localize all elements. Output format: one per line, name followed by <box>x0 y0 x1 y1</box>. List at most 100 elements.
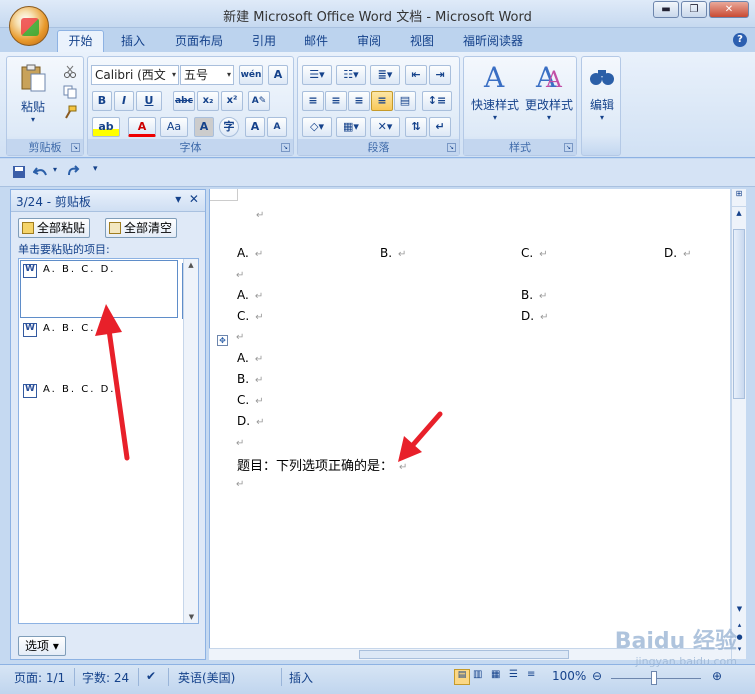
save-icon[interactable] <box>12 165 26 179</box>
tab-foxit-reader[interactable]: 福昕阅读器 <box>463 32 523 49</box>
character-border-button[interactable]: A <box>268 65 288 85</box>
clipboard-pane: 3/24 - 剪贴板 ▾ ✕ 全部粘贴 全部清空 单击要粘贴的项目: A. B.… <box>10 189 206 660</box>
print-layout-view-icon[interactable]: ▤ <box>454 669 470 685</box>
tab-home[interactable]: 开始 <box>57 30 104 53</box>
borders-button[interactable]: ▦▾ <box>336 117 366 137</box>
align-left-button[interactable]: ≡ <box>302 91 324 111</box>
numbering-button[interactable]: ☷▾ <box>336 65 366 85</box>
enclose-characters-button[interactable]: 字 <box>219 117 239 137</box>
outline-view-icon[interactable]: ☰ <box>509 669 518 680</box>
hscroll-thumb[interactable] <box>359 650 569 659</box>
help-icon[interactable]: ? <box>733 33 747 47</box>
show-marks-button[interactable]: ↵ <box>429 117 451 137</box>
repeat-icon[interactable] <box>66 165 82 179</box>
align-right-button[interactable]: ≡ <box>348 91 370 111</box>
word-doc-icon <box>23 323 37 337</box>
zoom-level[interactable]: 100% <box>552 669 586 683</box>
align-center-button[interactable]: ≡ <box>325 91 347 111</box>
decrease-indent-button[interactable]: ⇤ <box>405 65 427 85</box>
empty-paragraph: ↵ <box>236 270 245 281</box>
tab-insert[interactable]: 插入 <box>121 32 145 49</box>
clipboard-item[interactable]: A. B. C. D. ▼ <box>20 260 197 319</box>
minimize-button[interactable]: ▬ <box>653 1 679 18</box>
close-button[interactable]: ✕ <box>709 1 749 18</box>
proofing-icon[interactable]: ✔ <box>146 669 156 683</box>
zoom-out-icon[interactable]: ⊖ <box>592 669 602 683</box>
web-layout-icon[interactable]: ▦ <box>491 669 500 680</box>
styles-launcher-icon[interactable]: ↘ <box>564 143 573 152</box>
insert-mode[interactable]: 插入 <box>289 669 313 686</box>
pane-close-icon[interactable]: ▾ ✕ <box>175 192 199 206</box>
sort-button[interactable]: ⇅ <box>405 117 427 137</box>
multilevel-list-button[interactable]: ≣▾ <box>370 65 400 85</box>
line-spacing-button[interactable]: ↕≡ <box>422 91 452 111</box>
font-size-combo[interactable]: 五号 ▾ <box>180 65 234 85</box>
underline-button[interactable]: U <box>136 91 162 111</box>
italic-button[interactable]: I <box>114 91 134 111</box>
vertical-scrollbar[interactable]: ⊞ ▲ ▼ ▴ ● ▾ <box>731 189 746 659</box>
change-styles-button[interactable]: AA 更改样式 ▾ <box>522 61 576 122</box>
increase-indent-button[interactable]: ⇥ <box>429 65 451 85</box>
font-color-button[interactable]: A <box>128 117 156 137</box>
page-count[interactable]: 页面: 1/1 <box>14 669 65 686</box>
paste-all-button[interactable]: 全部粘贴 <box>18 218 91 238</box>
paste-button[interactable]: 粘贴 ▾ <box>13 63 53 124</box>
status-bar: 页面: 1/1 字数: 24 ✔ 英语(美国) 插入 ▤ ▥ ▦ ☰ ≡ 100… <box>0 664 755 694</box>
character-shading-button[interactable]: A <box>194 117 214 137</box>
clipboard-item[interactable]: A. B. C. D. <box>21 381 181 439</box>
undo-icon[interactable] <box>33 165 51 179</box>
tab-references[interactable]: 引用 <box>252 32 276 49</box>
zoom-in-icon[interactable]: ⊕ <box>712 669 722 683</box>
highlight-button[interactable]: ab <box>92 117 120 137</box>
clear-formatting-button[interactable]: A✎ <box>248 91 270 111</box>
word-count[interactable]: 字数: 24 <box>82 669 129 686</box>
table-move-handle-icon[interactable]: ✥ <box>217 335 228 346</box>
tab-page-layout[interactable]: 页面布局 <box>175 32 223 49</box>
language[interactable]: 英语(美国) <box>178 669 235 686</box>
bullets-button[interactable]: ☰▾ <box>302 65 332 85</box>
copy-icon[interactable] <box>63 85 77 99</box>
office-button[interactable] <box>9 6 49 46</box>
options-button[interactable]: 选项 ▾ <box>18 636 66 656</box>
distributed-button[interactable]: ▤ <box>394 91 416 111</box>
full-screen-reading-icon[interactable]: ▥ <box>473 669 482 680</box>
chinese-layout-button[interactable]: ✕▾ <box>370 117 400 137</box>
zoom-slider-thumb[interactable] <box>651 671 657 685</box>
cut-icon[interactable] <box>63 65 77 79</box>
clipboard-list-scrollbar[interactable]: ▲ ▼ <box>183 259 198 623</box>
paste-all-icon <box>22 222 34 234</box>
undo-dropdown-icon[interactable]: ▾ <box>53 165 57 174</box>
justify-button[interactable]: ≡ <box>371 91 393 111</box>
clipboard-launcher-icon[interactable]: ↘ <box>71 143 80 152</box>
maximize-button[interactable]: ❐ <box>681 1 707 18</box>
clear-all-button[interactable]: 全部清空 <box>105 218 178 238</box>
shrink-font-button[interactable]: A <box>267 117 287 137</box>
strikethrough-button[interactable]: abc <box>173 91 195 111</box>
quick-styles-button[interactable]: A 快速样式 ▾ <box>468 61 522 122</box>
binoculars-icon <box>590 70 614 85</box>
clipboard-item[interactable]: A. B. C. D. <box>21 320 181 378</box>
font-name-combo[interactable]: Calibri (西文 ▾ <box>91 65 179 85</box>
font-launcher-icon[interactable]: ↘ <box>281 143 290 152</box>
tab-review[interactable]: 审阅 <box>357 32 381 49</box>
scroll-thumb[interactable] <box>733 229 745 399</box>
scroll-up-icon[interactable]: ▲ <box>732 209 746 217</box>
ruler-toggle-icon[interactable]: ⊞ <box>732 189 746 207</box>
phonetic-guide-button[interactable]: wén <box>239 65 263 85</box>
change-case-button[interactable]: Aa <box>160 117 188 137</box>
document-area[interactable]: ↵ A. ↵ B. ↵ C. ↵ D. ↵ ↵ A. ↵ B. ↵ C. ↵ D. ↵ ✥ ↵ … <box>209 189 730 648</box>
superscript-button[interactable]: x² <box>221 91 243 111</box>
paragraph-launcher-icon[interactable]: ↘ <box>447 143 456 152</box>
tab-mailings[interactable]: 邮件 <box>304 32 328 49</box>
editing-button[interactable]: 编辑 ▾ <box>584 61 620 122</box>
customize-qat-icon[interactable]: ▾ <box>93 164 98 174</box>
format-painter-icon[interactable] <box>63 105 77 119</box>
draft-view-icon[interactable]: ≡ <box>527 669 535 680</box>
subscript-button[interactable]: x₂ <box>197 91 219 111</box>
shading-button[interactable]: ◇▾ <box>302 117 332 137</box>
editing-group: 编辑 ▾ <box>581 56 621 156</box>
bold-button[interactable]: B <box>92 91 112 111</box>
tab-view[interactable]: 视图 <box>410 32 434 49</box>
grow-font-button[interactable]: A <box>245 117 265 137</box>
scroll-down-icon[interactable]: ▼ <box>732 605 747 613</box>
